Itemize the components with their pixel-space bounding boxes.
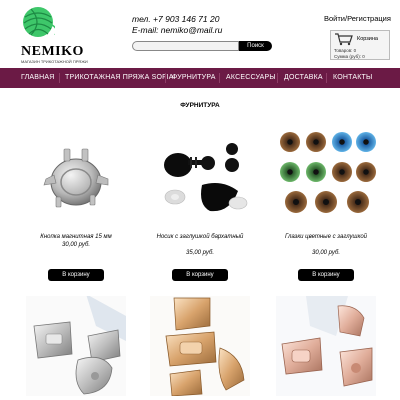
- login-register-link[interactable]: Войти/Регистрация: [324, 14, 391, 23]
- product-name[interactable]: Глазки цветные с заглушкой: [271, 233, 381, 241]
- search-button[interactable]: Поиск: [239, 41, 272, 51]
- search-bar: Поиск: [132, 41, 272, 51]
- product-name[interactable]: Кнопка магнитная 15 мм: [21, 233, 131, 241]
- toy-nose-icon: [164, 143, 248, 212]
- product-image-toy-nose[interactable]: [150, 127, 250, 227]
- cart-title: Корзина: [357, 36, 378, 42]
- contact-phone: тел. +7 903 146 71 20: [132, 14, 220, 24]
- nav-separator: [326, 73, 327, 83]
- nav-item-home[interactable]: ГЛАВНАЯ: [21, 68, 55, 88]
- magnetic-button-icon: [43, 148, 109, 208]
- shopping-cart-icon: [335, 33, 353, 46]
- site-header: NEMIKO МАГАЗИН ТРИКОТАЖНОЙ ПРЯЖИ тел. +7…: [0, 0, 400, 68]
- nav-separator: [59, 73, 60, 83]
- product-image-silver-clasp[interactable]: [26, 296, 126, 396]
- add-to-cart-button[interactable]: В корзину: [172, 269, 228, 281]
- nav-item-furniture[interactable]: ФУРНИТУРА: [172, 68, 216, 88]
- logo-subtitle: МАГАЗИН ТРИКОТАЖНОЙ ПРЯЖИ: [21, 59, 88, 64]
- nav-item-contacts[interactable]: КОНТАКТЫ: [333, 68, 372, 88]
- gold-clasp-icon: [150, 296, 250, 396]
- nav-item-accessories[interactable]: АКСЕССУАРЫ: [226, 68, 276, 88]
- product-name[interactable]: Носик с заглушкой бархатный: [145, 233, 255, 241]
- nav-separator: [165, 73, 166, 83]
- logo-text[interactable]: NEMIKO: [21, 44, 84, 60]
- product-image-magnetic-button[interactable]: [26, 127, 126, 227]
- product-image-toy-eyes[interactable]: [276, 127, 376, 227]
- rose-gold-clasp-icon: [276, 296, 376, 396]
- product-image-rose-gold-clasp[interactable]: [276, 296, 376, 396]
- product-price: 35,00 руб.: [186, 250, 214, 256]
- silver-clasp-icon: [26, 296, 126, 396]
- product-price: 30,00 руб.: [62, 242, 90, 248]
- nav-item-delivery[interactable]: ДОСТАВКА: [284, 68, 323, 88]
- nav-separator: [219, 73, 220, 83]
- search-input[interactable]: [132, 41, 239, 51]
- cart-items-count: Товаров: 0: [334, 48, 357, 53]
- page-title: ФУРНИТУРА: [180, 102, 220, 109]
- nav-separator: [277, 73, 278, 83]
- product-image-gold-clasp[interactable]: [150, 296, 250, 396]
- contact-email: E-mail: nemiko@mail.ru: [132, 25, 223, 35]
- yarn-ball-logo-icon[interactable]: [21, 5, 55, 39]
- cart-sum: Сумма (руб): 0: [334, 54, 365, 59]
- add-to-cart-button[interactable]: В корзину: [48, 269, 104, 281]
- nav-item-yarn[interactable]: ТРИКОТАЖНАЯ ПРЯЖА SOFIA: [65, 68, 174, 88]
- toy-eyes-icon: [280, 132, 376, 213]
- add-to-cart-button[interactable]: В корзину: [298, 269, 354, 281]
- cart-widget[interactable]: Корзина Товаров: 0 Сумма (руб): 0: [330, 30, 390, 60]
- product-price: 30,00 руб.: [312, 250, 340, 256]
- main-nav: ГЛАВНАЯ ТРИКОТАЖНАЯ ПРЯЖА SOFIA ФУРНИТУР…: [0, 68, 400, 88]
